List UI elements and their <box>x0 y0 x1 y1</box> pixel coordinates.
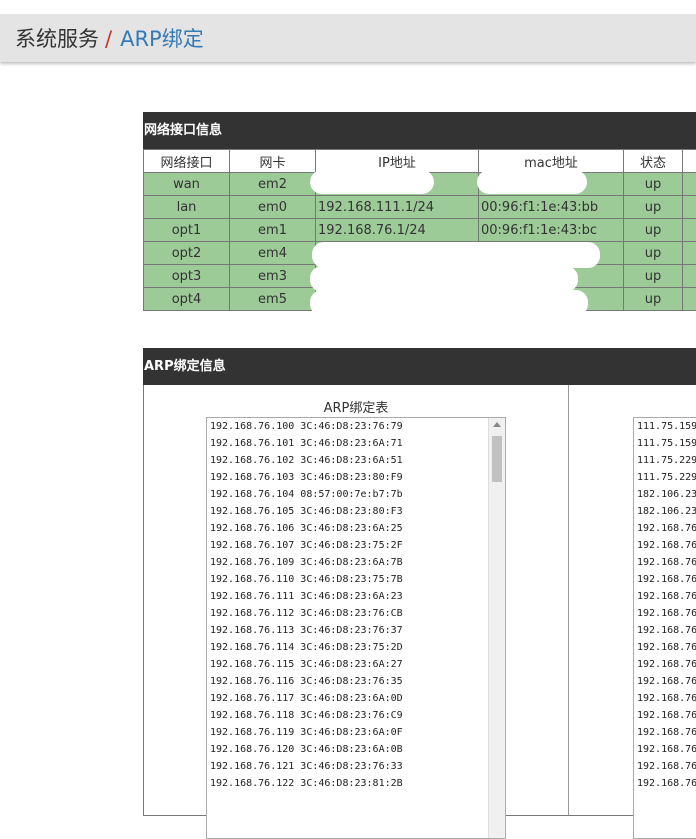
cell-iface: opt2 <box>144 242 230 265</box>
list-item[interactable]: 192.168.76.105 3C:46:D8:23:80:F3 <box>207 503 505 520</box>
cell-mac: 00:96:f1:1e:43:bb <box>479 196 624 219</box>
cell-iface: opt3 <box>144 265 230 288</box>
redaction-mark <box>310 170 434 194</box>
cell-iface: lan <box>144 196 230 219</box>
list-item[interactable]: 192.168.76 <box>634 622 696 639</box>
list-item[interactable]: 192.168.76 <box>634 571 696 588</box>
arp-panel: ARP绑定信息 ARP绑定表 192.168.76.100 3C:46:D8:2… <box>143 348 696 808</box>
column-divider <box>568 385 569 815</box>
list-item[interactable]: 192.168.76.120 3C:46:D8:23:6A:0B <box>207 741 505 758</box>
arp-binding-list[interactable]: 192.168.76.100 3C:46:D8:23:76:79192.168.… <box>206 417 506 839</box>
page-header: 系统服务/ ARP绑定 <box>0 14 696 62</box>
cell-ip: 192.168.111.1/24 <box>316 196 479 219</box>
arp-panel-body: ARP绑定表 192.168.76.100 3C:46:D8:23:76:791… <box>143 385 696 816</box>
redaction-mark <box>312 242 600 268</box>
cell-extra <box>683 173 696 196</box>
cell-nic: em1 <box>230 219 316 242</box>
list-item[interactable]: 192.168.76 <box>634 775 696 792</box>
list-item[interactable]: 192.168.76.115 3C:46:D8:23:6A:27 <box>207 656 505 673</box>
cell-nic: em0 <box>230 196 316 219</box>
list-item[interactable]: 192.168.76.117 3C:46:D8:23:6A:0D <box>207 690 505 707</box>
list-item[interactable]: 192.168.76.107 3C:46:D8:23:75:2F <box>207 537 505 554</box>
cell-extra <box>683 196 696 219</box>
list-item[interactable]: 192.168.76 <box>634 707 696 724</box>
cell-status: up <box>624 219 683 242</box>
list-item[interactable]: 192.168.76.113 3C:46:D8:23:76:37 <box>207 622 505 639</box>
list-item[interactable]: 192.168.76 <box>634 537 696 554</box>
list-item[interactable]: 192.168.76.119 3C:46:D8:23:6A:0F <box>207 724 505 741</box>
cell-status: up <box>624 173 683 196</box>
cell-ip: 192.168.76.1/24 <box>316 219 479 242</box>
cell-nic: em3 <box>230 265 316 288</box>
list-item[interactable]: 111.75.159 <box>634 435 696 452</box>
list-item[interactable]: 111.75.229 <box>634 469 696 486</box>
cell-nic: em2 <box>230 173 316 196</box>
list-item[interactable]: 192.168.76.106 3C:46:D8:23:6A:25 <box>207 520 505 537</box>
list-item[interactable]: 192.168.76.116 3C:46:D8:23:76:35 <box>207 673 505 690</box>
list-item[interactable]: 192.168.76.102 3C:46:D8:23:6A:51 <box>207 452 505 469</box>
interface-panel-title: 网络接口信息 <box>143 112 696 149</box>
cell-iface: opt4 <box>144 288 230 311</box>
list-item[interactable]: 192.168.76 <box>634 724 696 741</box>
list-item[interactable]: 192.168.76 <box>634 520 696 537</box>
cell-extra <box>683 242 696 265</box>
cell-extra <box>683 219 696 242</box>
cell-status: up <box>624 288 683 311</box>
cell-mac: 00:96:f1:1e:43:bc <box>479 219 624 242</box>
table-row: lan em0 192.168.111.1/24 00:96:f1:1e:43:… <box>144 196 696 219</box>
list-item[interactable]: 192.168.76 <box>634 588 696 605</box>
list-item[interactable]: 192.168.76.122 3C:46:D8:23:81:2B <box>207 775 505 792</box>
cell-status: up <box>624 196 683 219</box>
cell-iface: wan <box>144 173 230 196</box>
list-item[interactable]: 192.168.76 <box>634 656 696 673</box>
list-item[interactable]: 192.168.76.111 3C:46:D8:23:6A:23 <box>207 588 505 605</box>
cell-nic: em5 <box>230 288 316 311</box>
header-status: 状态 <box>624 150 683 173</box>
list-item[interactable]: 111.75.159 <box>634 418 696 435</box>
redaction-mark <box>310 290 588 316</box>
breadcrumb-separator: / <box>105 27 112 51</box>
list-item[interactable]: 192.168.76.109 3C:46:D8:23:6A:7B <box>207 554 505 571</box>
cell-iface: opt1 <box>144 219 230 242</box>
list-item[interactable]: 192.168.76 <box>634 605 696 622</box>
scroll-thumb[interactable] <box>492 436 502 482</box>
list-scrollbar[interactable] <box>488 418 505 838</box>
redaction-mark <box>477 170 587 194</box>
header-nic: 网卡 <box>230 150 316 173</box>
list-item[interactable]: 192.168.76.100 3C:46:D8:23:76:79 <box>207 418 505 435</box>
list-item[interactable]: 192.168.76 <box>634 690 696 707</box>
cell-extra <box>683 265 696 288</box>
cell-nic: em4 <box>230 242 316 265</box>
scroll-up-arrow-icon[interactable] <box>493 422 501 427</box>
breadcrumb-parent[interactable]: 系统服务 <box>15 27 99 51</box>
list-item[interactable]: 192.168.76 <box>634 741 696 758</box>
list-item[interactable]: 192.168.76.118 3C:46:D8:23:76:C9 <box>207 707 505 724</box>
cell-status: up <box>624 242 683 265</box>
list-item[interactable]: 111.75.229 <box>634 452 696 469</box>
list-item[interactable]: 192.168.76.104 08:57:00:7e:b7:7b <box>207 486 505 503</box>
list-item[interactable]: 192.168.76.112 3C:46:D8:23:76:CB <box>207 605 505 622</box>
breadcrumb: 系统服务/ ARP绑定 <box>15 26 204 52</box>
list-item[interactable]: 192.168.76 <box>634 758 696 775</box>
cell-extra <box>683 288 696 311</box>
header-iface: 网络接口 <box>144 150 230 173</box>
list-item[interactable]: 192.168.76 <box>634 639 696 656</box>
list-item[interactable]: 182.106.23 <box>634 486 696 503</box>
list-item[interactable]: 182.106.23 <box>634 503 696 520</box>
list-item[interactable]: 192.168.76.121 3C:46:D8:23:76:33 <box>207 758 505 775</box>
breadcrumb-current[interactable]: ARP绑定 <box>120 27 204 51</box>
list-item[interactable]: 192.168.76 <box>634 673 696 690</box>
arp-table-label: ARP绑定表 <box>206 397 506 416</box>
redaction-mark <box>310 266 578 292</box>
list-item[interactable]: 192.168.76.114 3C:46:D8:23:75:2D <box>207 639 505 656</box>
list-item[interactable]: 192.168.76 <box>634 554 696 571</box>
cell-status: up <box>624 265 683 288</box>
list-item[interactable]: 192.168.76.110 3C:46:D8:23:75:7B <box>207 571 505 588</box>
arp-panel-title: ARP绑定信息 <box>143 348 696 385</box>
table-row: opt1 em1 192.168.76.1/24 00:96:f1:1e:43:… <box>144 219 696 242</box>
header-extra <box>683 150 696 173</box>
list-item[interactable]: 192.168.76.103 3C:46:D8:23:80:F9 <box>207 469 505 486</box>
arp-secondary-list[interactable]: 111.75.159111.75.159111.75.229111.75.229… <box>633 417 696 839</box>
list-item[interactable]: 192.168.76.101 3C:46:D8:23:6A:71 <box>207 435 505 452</box>
